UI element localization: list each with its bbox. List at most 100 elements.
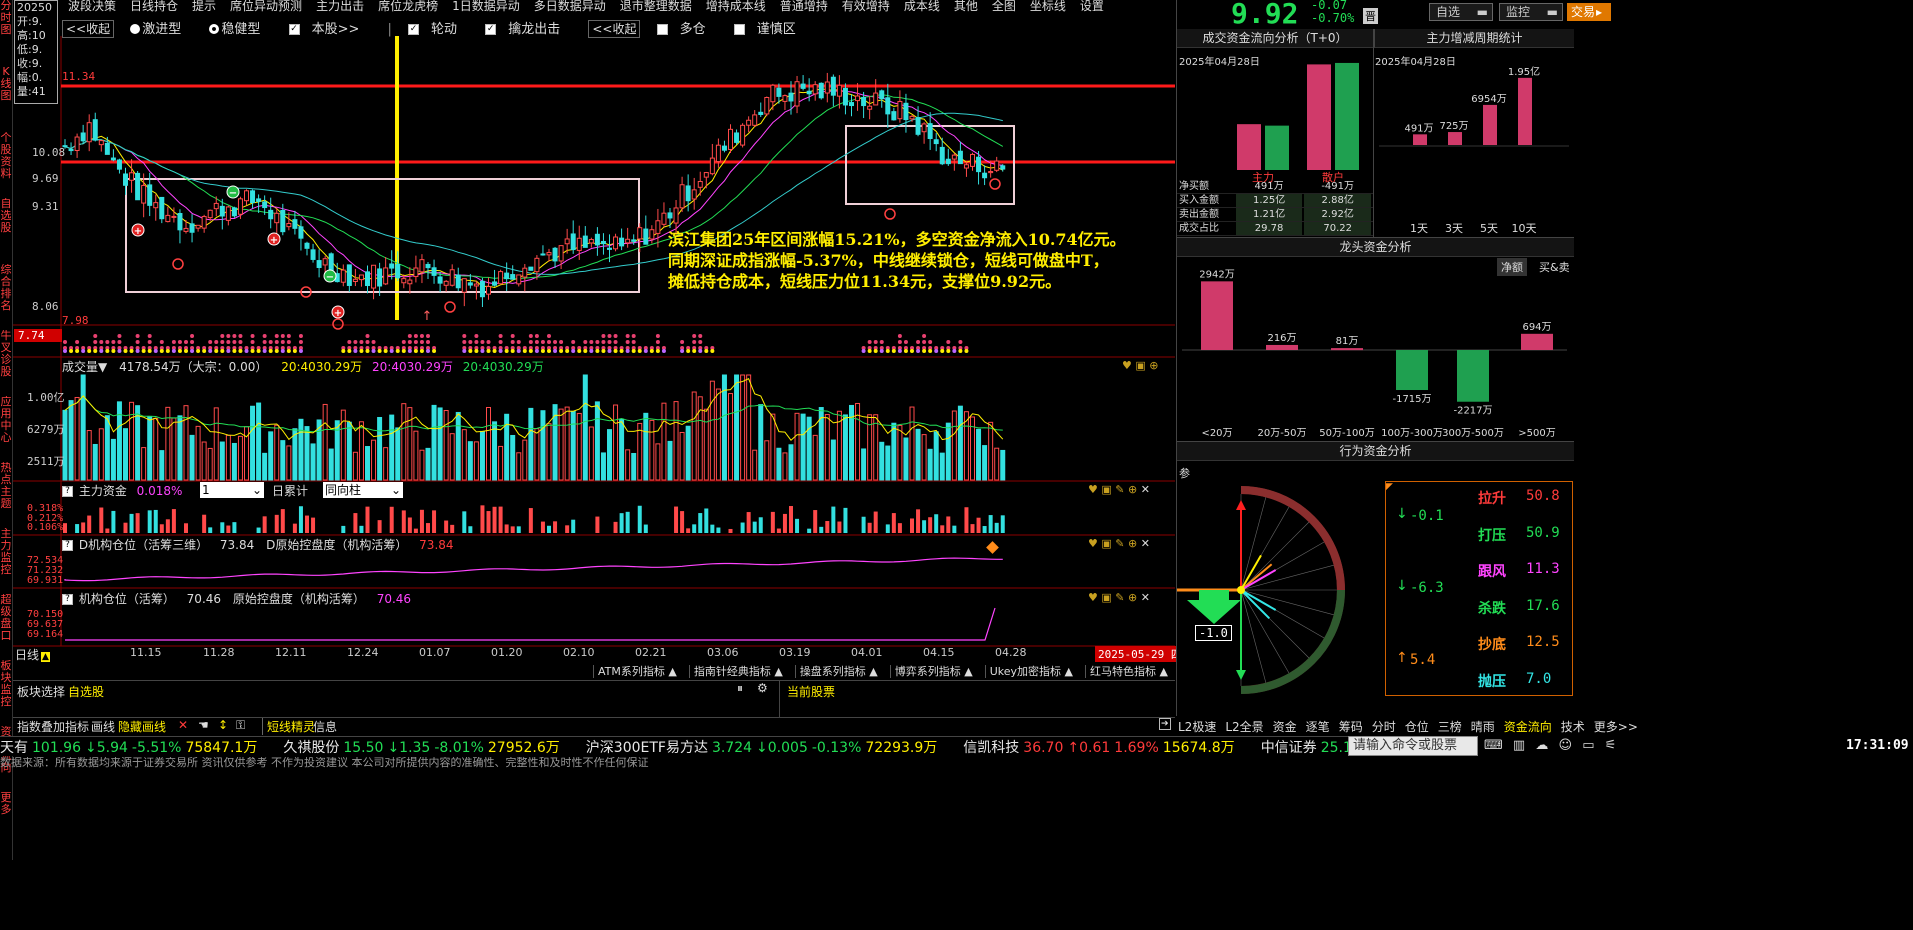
tab-hide-lines[interactable]: 隐藏画线 [118,718,166,735]
checkbox-caution[interactable]: 谨慎区 [733,22,808,37]
pin-icon[interactable]: ✎ [1115,537,1124,550]
toolbar-item[interactable]: 日线持仓 [130,0,178,12]
settings-icon[interactable]: ▣ [1101,483,1111,496]
pin-icon[interactable]: ✎ [1115,483,1124,496]
toolbar-item[interactable]: 1日数据异动 [452,0,520,12]
indicator-tab[interactable]: Ukey加密指标 ▲ [984,665,1076,678]
sidebar-item[interactable]: 个股资料 [0,132,12,196]
right-tab[interactable]: 资金 [1273,720,1297,734]
sidebar-item[interactable]: 应用中心 [0,396,12,460]
indicator-tab[interactable]: 指南针经典指标 ▲ [688,665,785,678]
sidebar-item[interactable]: 牛叉诊股 [0,330,12,394]
signal-icon[interactable]: ⚟ [1605,738,1617,753]
sidebar-item[interactable]: 分时图 [0,0,12,64]
sector-self-select[interactable]: 自选股 [68,683,104,700]
trade-button[interactable]: 交易▸ [1567,3,1611,21]
toolbar-item[interactable]: 全图 [992,0,1016,12]
zoom-icon[interactable]: ⊕ [1128,483,1137,496]
zoom-icon[interactable]: ⊕ [1149,359,1158,372]
self-select-button[interactable]: 自选 ▬ [1429,3,1493,21]
settings-icon[interactable]: ▣ [1101,537,1111,550]
info-tab[interactable]: 信息 [313,718,337,735]
toolbar-item[interactable]: 坐标线 [1030,0,1066,12]
ticker-item[interactable]: 天有 101.96 ↓5.94 -5.51% 75847.1万 [0,740,261,756]
right-tab[interactable]: 资金流向 [1504,720,1552,734]
zoom-icon[interactable]: ⊕ [1128,591,1137,604]
toolbar-item[interactable]: 其他 [954,0,978,12]
toolbar-item[interactable]: 多日数据异动 [534,0,606,12]
monitor-button[interactable]: 监控 ▬ [1499,3,1563,21]
toolbar-item[interactable]: 提示 [192,0,216,12]
ticker-item[interactable]: 久祺股份 15.50 ↓1.35 -8.01% 27952.6万 [283,740,563,756]
hand-icon[interactable]: ☚ [198,718,209,732]
indicator-tab[interactable]: 红马特色指标 ▲ [1085,665,1170,678]
close-icon[interactable]: ✕ [1141,591,1150,604]
right-tab[interactable]: 分时 [1372,720,1396,734]
lock-icon[interactable]: ⚿ [236,718,245,733]
gear-icon[interactable]: ⚙ [757,681,768,695]
heart-icon[interactable]: ♥ [1088,537,1098,550]
close-icon[interactable]: ✕ [1141,483,1150,496]
checkbox-dragon[interactable]: ✓ 擒龙出击 [485,22,572,37]
sidebar-item[interactable]: 自选股 [0,198,12,262]
right-tab[interactable]: 仓位 [1405,720,1429,734]
short-elf-tab[interactable]: 短线精灵 [262,718,315,735]
indicator-tab[interactable]: 博弈系列指标 ▲ [889,665,975,678]
sidebar-item[interactable]: 热点主题 [0,462,12,526]
checkbox-long[interactable]: 多仓 [656,22,718,37]
right-tab[interactable]: L2极速 [1178,720,1216,734]
settings-icon[interactable]: ▣ [1135,359,1145,372]
toolbar-item[interactable]: 波段决策 [68,0,116,12]
right-tab[interactable]: 三榜 [1438,720,1462,734]
tab-index-overlay[interactable]: 指数叠加 [17,718,65,735]
keyboard-icon[interactable]: ⌨ [1484,738,1503,753]
delete-icon[interactable]: ✕ [178,718,188,732]
toolbar-item[interactable]: 退市整理数据 [620,0,692,12]
toolbar-item[interactable]: 设置 [1080,0,1104,12]
checkbox-this-stock[interactable]: ✓ 本股>> [288,22,372,37]
indicator-tab[interactable]: ATM系列指标 ▲ [593,665,679,678]
heart-icon[interactable]: ♥ [1088,483,1098,496]
ticker-item[interactable]: 沪深300ETF易方达 3.724 ↓0.005 -0.13% 72293.9万 [586,740,942,756]
radio-aggressive[interactable]: 激进型 [130,22,193,37]
toolbar-item[interactable]: 主力出击 [316,0,364,12]
ticker-item[interactable]: 中信证券25.13↓0.07-0.28%11.064亿 [1261,740,1348,756]
toolbar-item[interactable]: 普通增持 [780,0,828,12]
sidebar-item[interactable]: K线图 [0,66,12,130]
ticker-item[interactable]: 信凯科技 36.70 ↑0.61 1.69% 15674.8万 [963,740,1238,756]
expand-icon[interactable]: ➔ [1159,718,1171,730]
close-icon[interactable]: ✕ [1141,537,1150,550]
zoom-icon[interactable]: ⊕ [1128,537,1137,550]
period-label[interactable]: 日线 ▲ [15,646,50,663]
right-tab[interactable]: 逐笔 [1306,720,1330,734]
person-icon[interactable]: ☺ [1558,738,1572,753]
sidebar-item[interactable]: 板块监控 [0,660,12,724]
sector-select[interactable]: 板块选择 [17,683,65,700]
right-tab[interactable]: L2全景 [1225,720,1263,734]
radio-steady[interactable]: 稳健型 [209,22,272,37]
toolbar-item[interactable]: 席位龙虎榜 [378,0,438,12]
checkbox-rotation[interactable]: ✓ 轮动 [408,22,469,37]
right-tab[interactable]: 晴雨 [1471,720,1495,734]
indicator-tab[interactable]: 操盘系列指标 ▲ [794,665,880,678]
sidebar-item[interactable]: 超级盘口 [0,594,12,658]
sidebar-item[interactable]: 主力监控 [0,528,12,592]
bar-type-select[interactable]: 同向柱 ⌄ [323,482,403,498]
right-tab[interactable]: 更多>> [1594,720,1638,734]
toolbar-item[interactable]: 成本线 [904,0,940,12]
main-chart[interactable]: + + + − − ↑ [13,36,1175,648]
toolbar-item[interactable]: 席位异动预测 [230,0,302,12]
right-tab[interactable]: 技术 [1561,720,1585,734]
heart-icon[interactable]: ♥ [1088,591,1098,604]
sidebar-item[interactable]: 更多 [0,792,12,856]
volume-title[interactable]: 成交量▼ [62,360,107,374]
sidebar-item[interactable]: 综合排名 [0,264,12,328]
tab-indicator[interactable]: 指标 [65,718,89,735]
window-icon[interactable]: ▭ [1582,738,1594,753]
command-input[interactable]: 请输入命令或股票 [1348,736,1478,756]
heart-icon[interactable]: ♥ [1122,359,1132,372]
toolbar-item[interactable]: 增持成本线 [706,0,766,12]
settings-icon[interactable]: ▣ [1101,591,1111,604]
pin-icon[interactable]: ✎ [1115,591,1124,604]
toolbar-item[interactable]: 有效增持 [842,0,890,12]
